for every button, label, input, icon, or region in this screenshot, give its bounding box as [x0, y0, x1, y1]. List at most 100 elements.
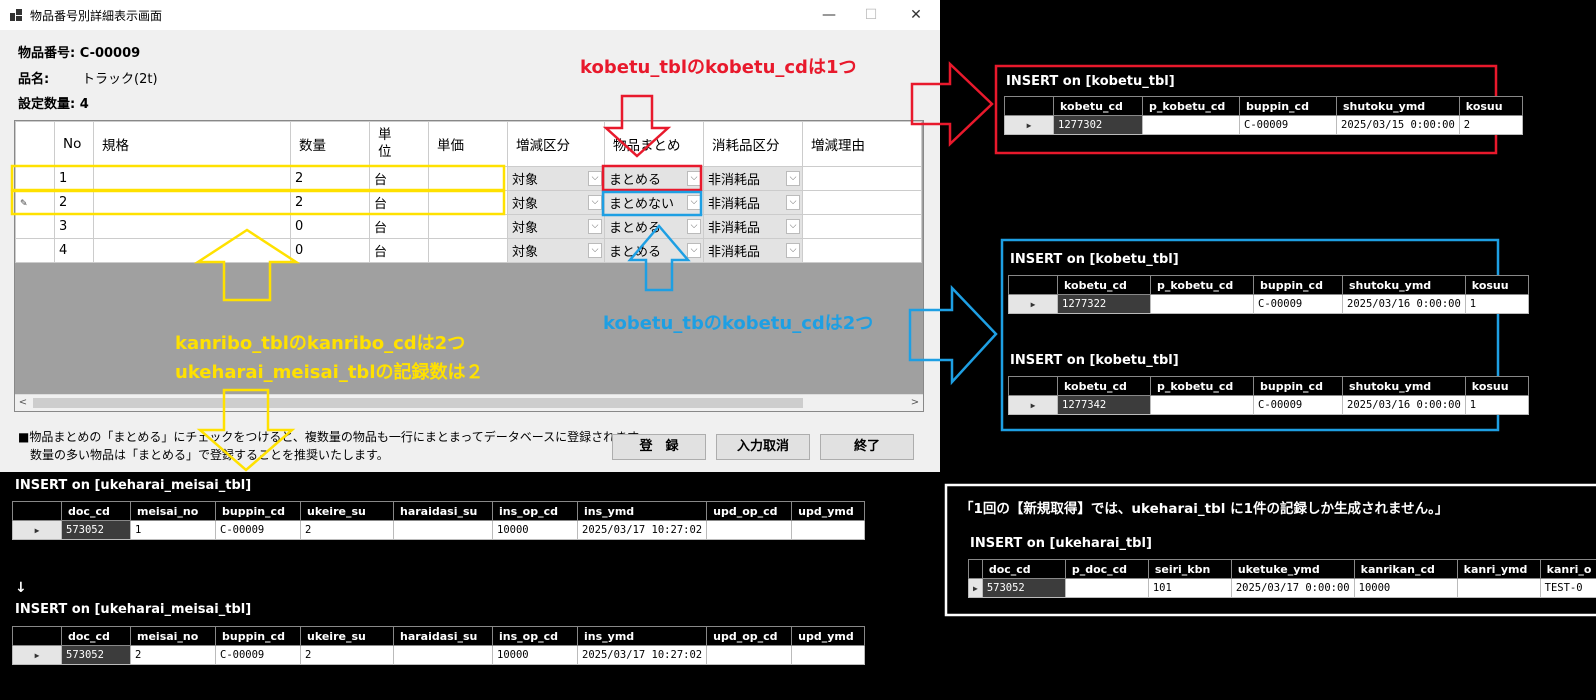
db-cell: 2025/03/16 0:00:00 — [1342, 294, 1466, 314]
blue-up-arrow — [627, 224, 691, 292]
meisai1-table: doc_cd meisai_no buppin_cd ukeire_su haraida… — [12, 501, 866, 540]
db-column-header: seiri_kbn — [1147, 559, 1232, 579]
db-cell: 10000 — [492, 520, 578, 540]
db-column-header: kosuu — [1464, 275, 1529, 295]
row-indicator-header — [12, 626, 62, 646]
row-indicator-header — [1008, 376, 1058, 396]
kobetu-blue2-title: INSERT on [kobetu_tbl] — [1010, 353, 1179, 368]
db-column-header: ins_op_cd — [492, 626, 578, 646]
db-column-header: p_kobetu_cd — [1150, 275, 1254, 295]
db-cell: C-00009 — [1253, 294, 1343, 314]
db-cell: 2025/03/16 0:00:00 — [1342, 395, 1466, 415]
db-column-header: buppin_cd — [1239, 96, 1337, 116]
db-cell — [1456, 578, 1541, 598]
kobetu-blue1-title: INSERT on [kobetu_tbl] — [1010, 252, 1179, 267]
db-column-header: shutoku_ymd — [1336, 96, 1460, 116]
db-column-header: haraidasi_su — [393, 626, 493, 646]
down-arrow-text: ↓ — [15, 580, 27, 596]
red-matome-box — [601, 164, 703, 192]
db-cell: 2025/03/17 0:00:00 — [1230, 578, 1355, 598]
db-column-header: kobetu_cd — [1057, 376, 1151, 396]
row-indicator-header — [968, 559, 983, 579]
db-column-header: doc_cd — [981, 559, 1066, 579]
db-cell: 1277322 — [1057, 294, 1151, 314]
row-indicator-header — [1008, 275, 1058, 295]
meisai2-table: doc_cd meisai_no buppin_cd ukeire_su haraida… — [12, 626, 866, 665]
db-column-header: kanrikan_cd — [1353, 559, 1458, 579]
db-column-header: p_kobetu_cd — [1150, 376, 1254, 396]
db-cell — [791, 645, 866, 665]
db-column-header: p_kobetu_cd — [1142, 96, 1240, 116]
db-column-header: ukeire_su — [300, 501, 394, 521]
db-cell: TEST-0 — [1539, 578, 1596, 598]
db-column-header: meisai_no — [130, 626, 216, 646]
db-column-header: doc_cd — [61, 501, 131, 521]
db-column-header: buppin_cd — [215, 626, 301, 646]
db-cell: 2 — [1458, 115, 1523, 135]
db-column-header: kanri_o — [1539, 559, 1596, 579]
db-cell: C-00009 — [1239, 115, 1337, 135]
db-cell — [393, 520, 493, 540]
db-column-header: upd_ymd — [791, 626, 866, 646]
red-down-arrow — [602, 94, 672, 158]
db-cell: 2025/03/15 0:00:00 — [1336, 115, 1460, 135]
db-column-header: kanri_ymd — [1456, 559, 1541, 579]
kobetu-red-table: kobetu_cd p_kobetu_cd buppin_cd shutoku_ymd… — [1004, 96, 1523, 135]
blue-annotation: kobetu_tbのkobetu_cdは2つ — [603, 313, 874, 334]
db-column-header: meisai_no — [130, 501, 216, 521]
db-cell — [706, 645, 793, 665]
kobetu-blue1-table: kobetu_cd p_kobetu_cd buppin_cd shutoku_ymd… — [1008, 275, 1529, 314]
db-cell: 10000 — [492, 645, 578, 665]
db-cell: C-00009 — [215, 520, 301, 540]
yellow-row2-box — [10, 189, 506, 216]
db-cell: 1277302 — [1053, 115, 1143, 135]
db-cell — [1150, 395, 1254, 415]
db-column-header: ins_ymd — [576, 626, 708, 646]
db-cell: 2 — [300, 645, 394, 665]
db-cell: 573052 — [61, 520, 131, 540]
db-column-header: ukeire_su — [300, 626, 394, 646]
db-cell: 1 — [130, 520, 216, 540]
db-cell: 1 — [1464, 395, 1529, 415]
db-column-header: upd_ymd — [791, 501, 866, 521]
blue-matome-box — [601, 190, 703, 217]
white-annotation: 「1回の【新規取得】では、ukeharai_tbl に1件の記録しか生成されませ… — [960, 501, 1449, 517]
db-cell: 2025/03/17 10:27:02 — [576, 520, 708, 540]
row-pointer-icon: ▶ — [12, 645, 62, 665]
row-indicator-header — [1004, 96, 1054, 116]
db-cell: 1277342 — [1057, 395, 1151, 415]
db-cell: 10000 — [1353, 578, 1458, 598]
red-right-arrow — [910, 61, 994, 147]
db-cell: 2 — [130, 645, 216, 665]
db-cell: C-00009 — [1253, 395, 1343, 415]
db-column-header: upd_op_cd — [706, 626, 793, 646]
db-cell: 573052 — [61, 645, 131, 665]
row-pointer-icon: ▶ — [1008, 294, 1058, 314]
db-cell — [393, 645, 493, 665]
row-pointer-icon: ▶ — [968, 578, 983, 598]
kobetu-red-title: INSERT on [kobetu_tbl] — [1006, 74, 1175, 89]
yellow-annotation-2: ukeharai_meisai_tblの記録数は２ — [175, 362, 484, 383]
db-column-header: shutoku_ymd — [1342, 275, 1466, 295]
row-pointer-icon: ▶ — [1004, 115, 1054, 135]
db-cell: 101 — [1147, 578, 1232, 598]
db-column-header: doc_cd — [61, 626, 131, 646]
db-cell — [1064, 578, 1149, 598]
yellow-down-arrow — [196, 388, 296, 472]
yellow-row1-box — [10, 164, 506, 192]
meisai2-title: INSERT on [ukeharai_meisai_tbl] — [15, 602, 252, 617]
db-cell: 1 — [1464, 294, 1529, 314]
yellow-annotation-1: kanribo_tblのkanribo_cdは2つ — [175, 333, 466, 354]
meisai1-title: INSERT on [ukeharai_meisai_tbl] — [15, 478, 252, 493]
db-column-header: ins_ymd — [576, 501, 708, 521]
db-column-header: ins_op_cd — [492, 501, 578, 521]
db-column-header: buppin_cd — [1253, 275, 1343, 295]
db-cell — [1150, 294, 1254, 314]
db-cell: C-00009 — [215, 645, 301, 665]
db-column-header: p_doc_cd — [1064, 559, 1149, 579]
db-cell — [791, 520, 866, 540]
db-column-header: uketuke_ymd — [1230, 559, 1355, 579]
db-column-header: upd_op_cd — [706, 501, 793, 521]
db-column-header: buppin_cd — [215, 501, 301, 521]
row-pointer-icon: ▶ — [1008, 395, 1058, 415]
